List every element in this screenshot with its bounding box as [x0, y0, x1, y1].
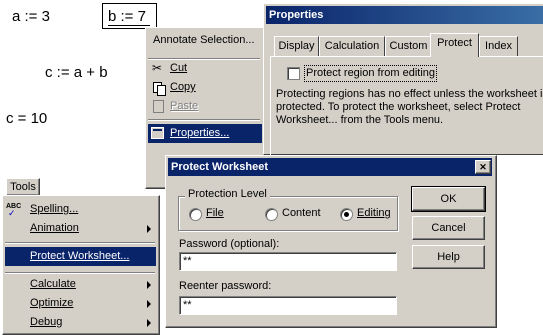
menu-annotate-selection[interactable]: Annotate Selection... — [150, 31, 262, 50]
protect-dialog-titlebar: Protect Worksheet — [168, 158, 492, 176]
tab-calculation[interactable]: Calculation — [319, 36, 385, 56]
radio-editing-label[interactable]: Editing — [357, 207, 391, 219]
protect-worksheet-dialog: Protect Worksheet ✕ Protection Level Fil… — [165, 155, 497, 328]
properties-titlebar: Properties — [266, 6, 543, 24]
tab-protect[interactable]: Protect — [430, 33, 479, 57]
tools-dropdown: ABC ✓ Spelling... Animation Protect Work… — [2, 195, 160, 335]
tools-item-debug[interactable]: Debug — [6, 313, 156, 332]
radio-file[interactable] — [189, 208, 202, 221]
menu-paste-disabled[interactable]: Paste — [150, 97, 262, 116]
help-button[interactable]: Help — [412, 245, 485, 269]
protect-info-text: Protecting regions has no effect unless … — [276, 88, 543, 126]
menu-properties[interactable]: Properties... — [148, 124, 262, 143]
close-icon: ✕ — [479, 162, 487, 172]
worksheet-c-result[interactable]: c = 10 — [6, 110, 47, 127]
tools-item-protect-worksheet[interactable]: Protect Worksheet... — [5, 247, 156, 266]
cancel-button[interactable]: Cancel — [412, 216, 485, 240]
radio-content-label[interactable]: Content — [282, 207, 321, 219]
ok-button[interactable]: OK — [411, 186, 486, 212]
protect-region-label[interactable]: Protect region from editing — [304, 65, 438, 82]
protect-region-checkbox[interactable] — [287, 67, 300, 80]
tools-menu-bar-item[interactable]: Tools — [6, 178, 40, 196]
tools-item-optimize[interactable]: Optimize — [6, 294, 156, 313]
tab-display[interactable]: Display — [274, 36, 319, 56]
clipboard-icon — [153, 100, 164, 113]
submenu-arrow-icon — [147, 225, 151, 233]
tools-separator-2 — [5, 272, 155, 274]
menu-separator-2 — [148, 119, 260, 121]
reenter-password-label: Reenter password: — [179, 280, 272, 292]
menu-cut[interactable]: ✂ Cut — [150, 59, 262, 78]
worksheet-a-definition[interactable]: a := 3 — [12, 8, 50, 25]
properties-dialog: Properties Display Calculation Custom Pr… — [263, 3, 543, 155]
password-input[interactable]: ** — [179, 252, 397, 271]
tab-index[interactable]: Index — [479, 36, 518, 56]
tools-separator — [5, 242, 155, 244]
menu-copy[interactable]: Copy — [150, 78, 262, 97]
tools-item-animation[interactable]: Animation — [6, 219, 156, 238]
properties-icon — [151, 127, 164, 139]
tools-item-spelling[interactable]: ABC ✓ Spelling... — [6, 200, 156, 219]
submenu-arrow-icon — [147, 319, 151, 327]
radio-file-label[interactable]: File — [206, 207, 224, 219]
worksheet-b-underline — [108, 25, 150, 26]
password-label: Password (optional): — [179, 238, 280, 250]
reenter-password-input[interactable]: ** — [179, 296, 397, 315]
tab-custom[interactable]: Custom — [385, 36, 432, 56]
worksheet-b-definition[interactable]: b := 7 — [108, 8, 146, 25]
radio-content[interactable] — [265, 208, 278, 221]
submenu-arrow-icon — [147, 281, 151, 289]
radio-editing[interactable] — [340, 208, 353, 221]
scissors-icon: ✂ — [152, 61, 163, 75]
dialog-close-button[interactable]: ✕ — [475, 160, 491, 174]
protection-level-label: Protection Level — [185, 188, 270, 200]
submenu-arrow-icon — [147, 300, 151, 308]
tools-item-calculate[interactable]: Calculate — [6, 275, 156, 294]
worksheet-c-definition[interactable]: c := a + b — [45, 64, 108, 81]
